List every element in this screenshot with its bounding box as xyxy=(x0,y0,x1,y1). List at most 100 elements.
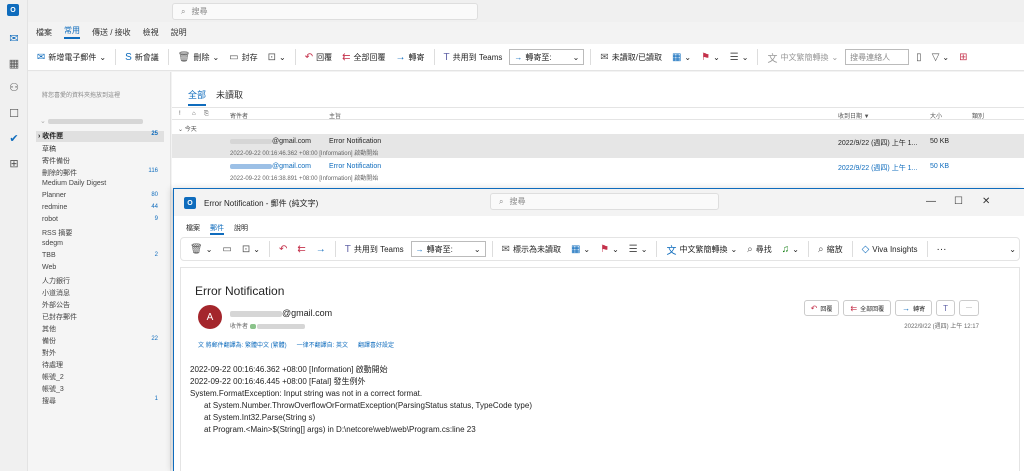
menu-view[interactable]: 檢視 xyxy=(143,27,159,38)
find-button[interactable]: ⌕ 尋找 xyxy=(744,239,775,259)
flag-button[interactable]: ⚑ ⌄ xyxy=(597,239,622,259)
quick-steps-dropdown[interactable]: → 轉寄至: ⌄ xyxy=(509,49,585,65)
folder-item[interactable]: 草稿 xyxy=(42,144,164,155)
apps-icon[interactable]: ⊞ xyxy=(7,156,21,170)
viva-insights-button[interactable]: ◇ Viva Insights xyxy=(859,239,921,259)
new-meeting-button[interactable]: S 新會議 xyxy=(122,47,162,67)
translate-message-link[interactable]: 文 將郵件翻譯為: 繁體中文 (繁體) xyxy=(198,340,287,349)
menu-send-receive[interactable]: 傳送 / 接收 xyxy=(92,27,131,38)
folder-item[interactable]: 帳號_2 xyxy=(42,372,164,383)
delete-button[interactable]: 🗑 ⌄ xyxy=(187,239,215,259)
folder-item[interactable]: TBB 2 xyxy=(42,252,164,263)
folder-item[interactable]: 小道消息 xyxy=(42,288,164,299)
folder-item[interactable]: sdegm xyxy=(42,240,164,251)
quick-steps-dropdown[interactable]: → 轉寄至: ⌄ xyxy=(410,241,486,257)
folder-item[interactable]: redmine 44 xyxy=(42,204,164,215)
folder-item[interactable]: 刪除的郵件 116 xyxy=(42,168,164,179)
tasks-icon[interactable]: ☐ xyxy=(7,106,21,120)
never-translate-link[interactable]: 一律不翻譯自: 英文 xyxy=(297,340,348,349)
maximize-icon[interactable]: ☐ xyxy=(954,196,963,207)
archive-button[interactable]: ▭ 封存 xyxy=(226,47,260,67)
folder-item[interactable]: 其他 xyxy=(42,324,164,335)
share-teams-button[interactable]: T 共用到 Teams xyxy=(441,47,506,67)
folder-item[interactable]: 待處理 xyxy=(42,360,164,371)
share-teams-button[interactable]: T 共用到 Teams xyxy=(342,239,407,259)
address-book-button[interactable]: ▯ xyxy=(913,47,925,67)
addin-button[interactable]: ⊞ xyxy=(956,47,970,67)
table-row[interactable]: @gmail.com Error Notification 2022-09-22… xyxy=(172,159,1024,183)
forward-button[interactable]: → xyxy=(313,239,329,259)
table-row[interactable]: @gmail.com Error Notification 2022-09-22… xyxy=(172,134,1024,158)
menu-home[interactable]: 常用 xyxy=(64,25,80,39)
folder-item[interactable]: 搜尋 1 xyxy=(42,396,164,407)
size-column[interactable]: 大小 xyxy=(930,111,942,120)
calendar-icon[interactable]: ▦ xyxy=(7,56,21,70)
folder-item[interactable]: Planner 80 xyxy=(42,192,164,203)
folder-item[interactable]: Web xyxy=(42,264,164,275)
folder-item[interactable]: 已封存郵件 xyxy=(42,312,164,323)
categorize-button[interactable]: ▦ ⌄ xyxy=(669,47,694,67)
tab-unread[interactable]: 未讀取 xyxy=(216,88,243,106)
filter-button[interactable]: ▽ ⌄ xyxy=(929,47,952,67)
menu-help[interactable]: 說明 xyxy=(171,27,187,38)
reply-all-button[interactable]: ⇇ 全部回覆 xyxy=(843,300,892,316)
window-search-box[interactable]: ⌕ 搜尋 xyxy=(490,193,719,210)
categorize-button[interactable]: ▦ ⌄ xyxy=(568,239,593,259)
reply-button[interactable]: ↶ 回覆 xyxy=(302,47,335,67)
unread-read-button[interactable]: ✉ 未讀取/已讀取 xyxy=(597,47,665,67)
avatar[interactable]: A xyxy=(198,305,222,329)
people-icon[interactable]: ⚇ xyxy=(7,80,21,94)
menu-file[interactable]: 檔案 xyxy=(36,27,52,38)
archive-button[interactable]: ▭ xyxy=(219,239,234,259)
close-icon[interactable]: ✕ xyxy=(982,196,990,207)
group-header[interactable]: ⌄ 今天 xyxy=(178,124,197,133)
attachment-col-icon[interactable]: ⎘ xyxy=(204,111,209,118)
reply-all-button[interactable]: ⇇ 全部回覆 xyxy=(339,47,388,67)
collapse-ribbon-button[interactable]: ⌄ xyxy=(1006,239,1019,259)
reply-all-button[interactable]: ⇇ xyxy=(294,239,308,259)
forward-button[interactable]: → 轉寄 xyxy=(895,300,933,316)
reply-button[interactable]: ↶ 回覆 xyxy=(803,300,840,316)
menu-message[interactable]: 郵件 xyxy=(210,223,224,235)
move-button[interactable]: ⊡ ⌄ xyxy=(239,239,263,259)
move-button[interactable]: ⊡ ⌄ xyxy=(265,47,289,67)
menu-help[interactable]: 說明 xyxy=(234,223,248,235)
flag-button[interactable]: ⚑ ⌄ xyxy=(698,47,723,67)
translate-button[interactable]: 文中文繁簡轉換 ⌄ xyxy=(764,47,841,67)
received-column[interactable]: 收到日期 ▼ xyxy=(838,111,870,120)
translation-preferences-link[interactable]: 翻譯喜好設定 xyxy=(358,340,394,349)
delete-button[interactable]: 🗑 刪除 ⌄ xyxy=(175,47,222,67)
folder-item[interactable]: Medium Daily Digest xyxy=(42,180,164,191)
importance-col-icon[interactable]: ! xyxy=(179,111,181,117)
translate-button[interactable]: 文中文繁簡轉換 ⌄ xyxy=(663,239,740,259)
category-column[interactable]: 類別 xyxy=(972,111,984,120)
folder-item[interactable]: RSS 摘要 xyxy=(42,228,164,239)
folder-item[interactable]: 寄件備份 xyxy=(42,156,164,167)
account-name[interactable]: ⌄ xyxy=(40,117,143,125)
tab-all[interactable]: 全部 xyxy=(188,88,207,106)
folder-item[interactable]: robot 9 xyxy=(42,216,164,227)
menu-file[interactable]: 檔案 xyxy=(186,223,200,235)
todo-icon[interactable]: ✔ xyxy=(7,131,21,145)
search-box[interactable]: ⌕ 搜尋 xyxy=(172,3,478,20)
sender-address[interactable]: @gmail.com xyxy=(230,308,332,318)
more-options-button[interactable]: ··· xyxy=(934,239,950,259)
forward-button[interactable]: → 轉寄 xyxy=(393,47,428,67)
mail-icon[interactable]: ✉ xyxy=(7,31,21,45)
teams-button[interactable]: T xyxy=(936,300,955,316)
reply-button[interactable]: ↶ xyxy=(276,239,290,259)
folder-inbox[interactable]: › 收件匣 25 xyxy=(36,131,164,142)
rules-button[interactable]: ☰ ⌄ xyxy=(727,47,752,67)
rules-button[interactable]: ☰ ⌄ xyxy=(626,239,651,259)
folder-item[interactable]: 對外 xyxy=(42,348,164,359)
folder-item[interactable]: 帳號_3 xyxy=(42,384,164,395)
new-email-button[interactable]: ✉ 新增電子郵件 ⌄ xyxy=(34,47,109,67)
folder-item[interactable]: 備份 22 xyxy=(42,336,164,347)
mark-unread-button[interactable]: ✉ 標示為未讀取 xyxy=(499,239,564,259)
search-people-input[interactable]: 搜尋連絡人 xyxy=(845,49,910,65)
minimize-icon[interactable]: — xyxy=(926,196,936,207)
from-column[interactable]: 寄件者 xyxy=(230,111,248,120)
reminder-col-icon[interactable]: ⌂ xyxy=(192,111,196,117)
subject-column[interactable]: 主旨 xyxy=(329,111,341,120)
folder-item[interactable]: 人力銀行 xyxy=(42,276,164,287)
